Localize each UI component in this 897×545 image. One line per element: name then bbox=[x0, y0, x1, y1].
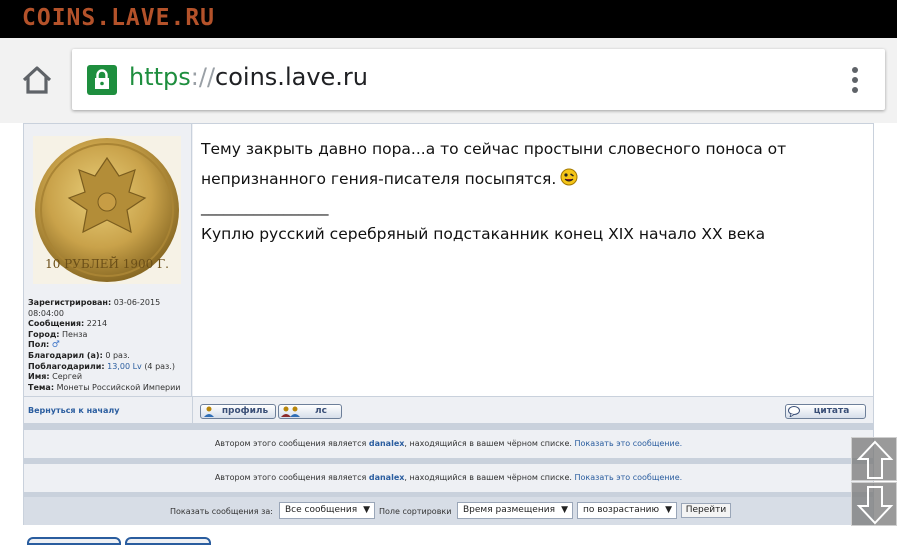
avatar[interactable]: 10 РУБЛЕЙ 1900 Г. bbox=[33, 136, 181, 284]
show-post-link[interactable]: Показать это сообщение. bbox=[574, 473, 682, 482]
sort-field-select[interactable]: Время размещения ▼ bbox=[457, 502, 573, 519]
male-icon: ♂ bbox=[51, 340, 60, 351]
blocked-user-link[interactable]: danalex bbox=[369, 439, 405, 448]
back-to-top-link[interactable]: Вернуться к началу bbox=[28, 406, 119, 415]
registered-line: Зарегистрирован: 03-06-2015 08:04:00 bbox=[28, 298, 161, 318]
smiley-icon bbox=[560, 166, 578, 186]
dropdown-arrow-icon: ▼ bbox=[561, 505, 568, 515]
arrow-down-icon bbox=[856, 486, 894, 525]
blocked-user-link[interactable]: danalex bbox=[369, 473, 405, 482]
more-vert-icon[interactable] bbox=[847, 64, 863, 96]
go-button[interactable]: Перейти bbox=[681, 503, 731, 518]
signature-separator: _________________ bbox=[201, 198, 329, 216]
user-icon bbox=[203, 406, 215, 417]
url-text[interactable]: https://coins.lave.ru bbox=[129, 63, 368, 91]
period-select[interactable]: Все сообщения ▼ bbox=[279, 502, 375, 519]
bottom-button[interactable] bbox=[125, 537, 211, 545]
gender-line: Пол: ♂ bbox=[28, 340, 60, 351]
address-bar[interactable]: https://coins.lave.ru bbox=[72, 49, 885, 110]
thanks-lv-link[interactable]: 13,00 Lv bbox=[107, 362, 142, 371]
show-post-link[interactable]: Показать это сообщение. bbox=[574, 439, 682, 448]
home-icon[interactable] bbox=[20, 63, 54, 97]
name-line: Имя: Сергей bbox=[28, 372, 83, 382]
author-panel: 10 РУБЛЕЙ 1900 Г. Зарегистрирован: 03-06… bbox=[24, 124, 192, 396]
thanks-received-line: Поблагодарили: 13,00 Lv (4 раз.) bbox=[28, 361, 175, 371]
post: 10 РУБЛЕЙ 1900 Г. Зарегистрирован: 03-06… bbox=[24, 124, 873, 396]
quote-button[interactable]: цитата bbox=[785, 404, 866, 419]
scroll-up-button[interactable] bbox=[851, 437, 897, 481]
dropdown-arrow-icon: ▼ bbox=[363, 505, 370, 515]
users-icon bbox=[281, 406, 301, 417]
display-filters: Показать сообщения за: Все сообщения ▼ По… bbox=[24, 497, 873, 525]
sort-field-label: Поле сортировки bbox=[379, 507, 452, 516]
blocked-post-notice: Автором этого сообщения является danalex… bbox=[24, 430, 873, 458]
thanked-line: Благодарил (а): 0 раз. bbox=[28, 350, 130, 360]
message-text: Тему закрыть давно пора...а то сейчас пр… bbox=[201, 140, 787, 188]
post-actions: Вернуться к началу профиль лс цитата bbox=[24, 396, 873, 424]
avatar-coin-text: 10 РУБЛЕЙ 1900 Г. bbox=[45, 255, 169, 271]
topic-line: Тема: Монеты Российской Империи bbox=[28, 382, 181, 392]
city-line: Город: Пенза bbox=[28, 329, 88, 339]
dropdown-arrow-icon: ▼ bbox=[665, 505, 672, 515]
arrow-up-icon bbox=[856, 440, 894, 479]
bottom-button[interactable] bbox=[27, 537, 121, 545]
sort-order-select[interactable]: по возрастанию ▼ bbox=[577, 502, 677, 519]
show-period-label: Показать сообщения за: bbox=[170, 507, 273, 516]
quote-icon bbox=[788, 406, 800, 418]
scroll-down-button[interactable] bbox=[851, 482, 897, 526]
actions-divider bbox=[192, 397, 193, 424]
site-logo[interactable]: COINS.LAVE.RU bbox=[22, 5, 215, 31]
blocked-post-notice: Автором этого сообщения является danalex… bbox=[24, 464, 873, 492]
message-body: Тему закрыть давно пора...а то сейчас пр… bbox=[193, 124, 873, 396]
author-details: Зарегистрирован: 03-06-2015 08:04:00 Соо… bbox=[28, 298, 192, 393]
messages-line: Сообщения: 2214 bbox=[28, 319, 108, 329]
private-message-button[interactable]: лс bbox=[278, 404, 342, 419]
site-banner: COINS.LAVE.RU bbox=[0, 0, 897, 38]
lock-icon[interactable] bbox=[87, 65, 117, 95]
signature: Куплю русский серебряный подстаканник ко… bbox=[201, 225, 766, 243]
profile-button[interactable]: профиль bbox=[200, 404, 276, 419]
forum-topic: 10 РУБЛЕЙ 1900 Г. Зарегистрирован: 03-06… bbox=[23, 123, 874, 525]
